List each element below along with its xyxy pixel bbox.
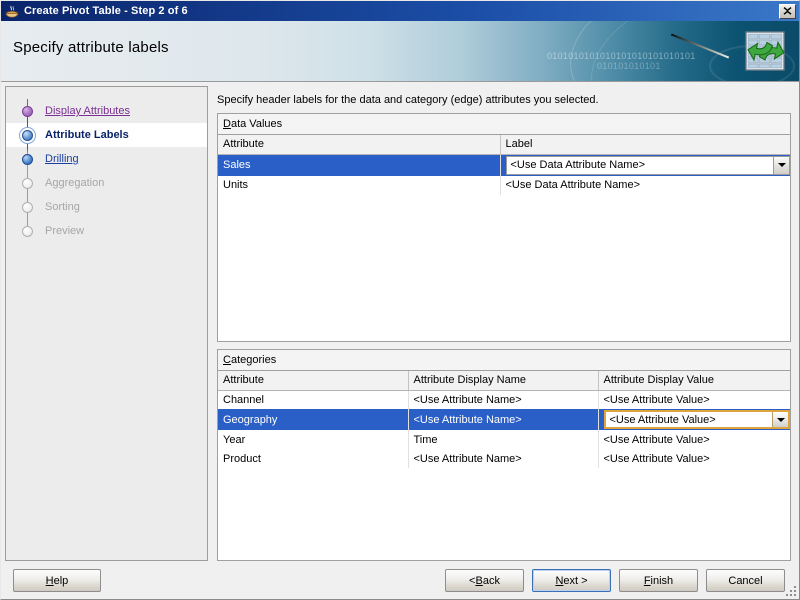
help-button-label: elp [54,575,69,587]
sidebar-step-display-attributes[interactable]: Display Attributes [6,99,207,123]
column-header-label[interactable]: Label [500,135,790,154]
sidebar-step-drilling[interactable]: Drilling [6,147,207,171]
cell-display-name[interactable]: <Use Attribute Name> [408,390,598,409]
cell-label[interactable]: <Use Data Attribute Name> [500,154,790,176]
step-bullet-icon [22,178,33,189]
cell-attribute[interactable]: Channel [218,390,408,409]
wizard-content-pane: Specify header labels for the data and c… [208,86,795,561]
cell-label[interactable]: <Use Data Attribute Name> [500,176,790,195]
categories-grid-body: Attribute Attribute Display Name Attribu… [218,371,790,560]
cell-display-name[interactable]: Time [408,430,598,449]
step-bullet-icon [22,106,33,117]
pivot-table-refresh-icon [743,29,787,73]
sidebar-step-label: Preview [45,225,84,237]
cell-display-value[interactable]: <Use Attribute Value> [598,390,790,409]
help-button-mnemonic: H [46,575,54,587]
table-row[interactable]: Product <Use Attribute Name> <Use Attrib… [218,449,790,468]
categories-mnemonic: C [223,354,231,366]
table-row[interactable]: Year Time <Use Attribute Value> [218,430,790,449]
step-bullet-icon [22,130,33,141]
categories-table: Attribute Attribute Display Name Attribu… [218,371,790,468]
banner-binary-text-2: 010101010101 [597,61,661,71]
close-icon[interactable] [779,4,796,19]
step-bullet-icon [22,154,33,165]
cell-attribute[interactable]: Year [218,430,408,449]
data-values-table: Attribute Label Sales <Use Data Attribut… [218,135,790,195]
help-button[interactable]: Help [13,569,101,592]
cell-display-value[interactable]: <Use Attribute Value> [598,449,790,468]
back-button[interactable]: < Back [445,569,524,592]
display-value-combo-box[interactable]: <Use Attribute Value> [604,410,791,429]
resize-grip[interactable] [785,585,797,597]
page-title: Specify attribute labels [13,39,169,56]
banner-light-streak [671,33,729,58]
column-header-attribute[interactable]: Attribute [218,135,500,154]
combo-selected-value: <Use Data Attribute Name> [507,157,774,174]
categories-panel: Categories Attribute Attribute Display N… [217,349,791,561]
instruction-text: Specify header labels for the data and c… [217,94,791,106]
pivot-table-wizard-window: Create Pivot Table - Step 2 of 6 Specify… [0,0,800,600]
data-values-grid-body: Attribute Label Sales <Use Data Attribut… [218,135,790,341]
table-row[interactable]: Units <Use Data Attribute Name> [218,176,790,195]
wizard-body: Display Attributes Attribute Labels Dril… [1,82,799,561]
table-header-row: Attribute Label [218,135,790,154]
sidebar-step-aggregation: Aggregation [6,171,207,195]
cell-display-name[interactable]: <Use Attribute Name> [408,409,598,430]
banner-binary-text-1: 0101010101010101010101010101 [547,51,696,61]
sidebar-step-label[interactable]: Drilling [45,153,79,165]
data-values-title-rest: ata Values [231,118,282,130]
combo-selected-value: <Use Attribute Value> [606,412,773,427]
sidebar-step-sorting: Sorting [6,195,207,219]
column-header-attribute-display-value[interactable]: Attribute Display Value [598,371,790,390]
cell-display-name[interactable]: <Use Attribute Name> [408,449,598,468]
column-header-attribute[interactable]: Attribute [218,371,408,390]
cell-attribute[interactable]: Sales [218,154,500,176]
cell-attribute[interactable]: Units [218,176,500,195]
sidebar-step-attribute-labels[interactable]: Attribute Labels [6,123,207,147]
sidebar-step-label: Aggregation [45,177,104,189]
back-button-label: ack [483,575,500,587]
finish-button-label: inish [651,575,674,587]
data-values-panel: Data Values Attribute Label [217,113,791,342]
categories-panel-title: Categories [218,350,790,371]
cell-display-value[interactable]: <Use Attribute Value> [598,430,790,449]
cell-display-value[interactable]: <Use Attribute Value> [598,409,790,430]
cancel-button[interactable]: Cancel [706,569,785,592]
table-header-row: Attribute Attribute Display Name Attribu… [218,371,790,390]
sidebar-step-label: Sorting [45,201,80,213]
cancel-button-label: Cancel [728,575,762,587]
data-values-mnemonic: D [223,118,231,130]
window-title-bar: Create Pivot Table - Step 2 of 6 [1,1,799,21]
table-row[interactable]: Sales <Use Data Attribute Name> [218,154,790,176]
label-combo-box[interactable]: <Use Data Attribute Name> [506,156,791,175]
next-button-label: ext > [563,575,587,587]
cell-attribute[interactable]: Geography [218,409,408,430]
next-button[interactable]: Next > [532,569,611,592]
column-header-attribute-display-name[interactable]: Attribute Display Name [408,371,598,390]
wizard-banner: Specify attribute labels 010101010101010… [1,21,799,82]
navigation-button-group: < Back Next > Finish Cancel [445,569,785,592]
table-row[interactable]: Geography <Use Attribute Name> <Use Attr… [218,409,790,430]
data-values-panel-title: Data Values [218,114,790,135]
sidebar-step-label: Attribute Labels [45,129,129,141]
categories-title-rest: ategories [231,354,276,366]
finish-button[interactable]: Finish [619,569,698,592]
pivot-table-app-icon [4,3,20,19]
next-button-mnemonic: N [555,575,563,587]
cell-attribute[interactable]: Product [218,449,408,468]
step-bullet-icon [22,202,33,213]
back-button-mnemonic: B [475,575,482,587]
wizard-button-bar: Help < Back Next > Finish Cancel [1,561,799,599]
chevron-down-icon[interactable] [772,412,788,427]
table-row[interactable]: Channel <Use Attribute Name> <Use Attrib… [218,390,790,409]
finish-button-mnemonic: F [644,575,651,587]
chevron-down-icon[interactable] [773,157,789,174]
sidebar-step-preview: Preview [6,219,207,243]
sidebar-step-label[interactable]: Display Attributes [45,105,130,117]
window-title: Create Pivot Table - Step 2 of 6 [24,5,779,17]
wizard-step-sidebar: Display Attributes Attribute Labels Dril… [5,86,208,561]
step-bullet-icon [22,226,33,237]
